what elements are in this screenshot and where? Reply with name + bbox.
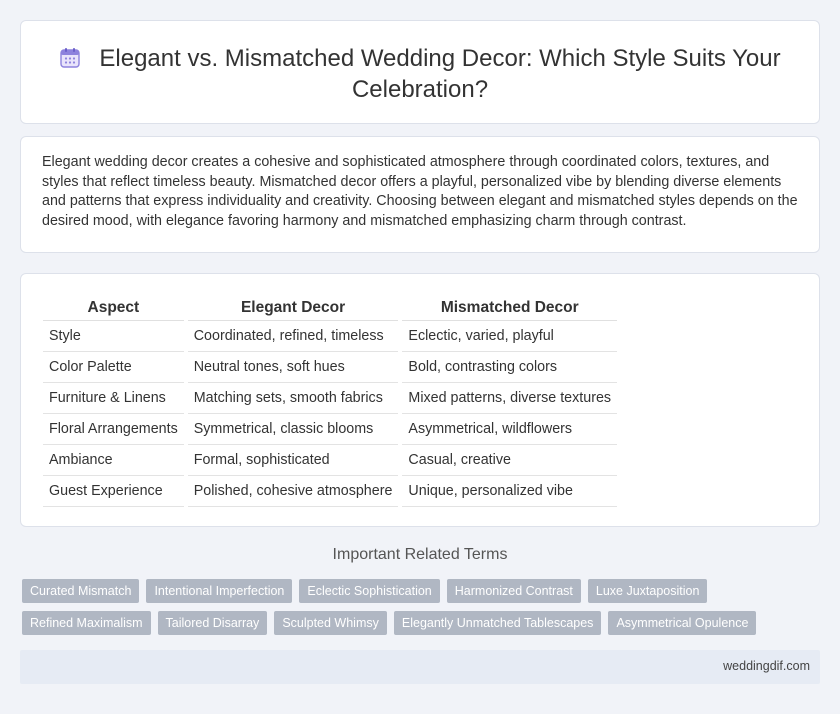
table-row: Ambiance Formal, sophisticated Casual, c… — [43, 444, 618, 476]
table-cell: Matching sets, smooth fabrics — [187, 382, 399, 414]
footer: weddingdif.com — [20, 650, 820, 684]
comparison-table: Aspect Elegant Decor Mismatched Decor St… — [43, 296, 618, 507]
intro-card: Elegant wedding decor creates a cohesive… — [20, 136, 820, 253]
table-row: Guest Experience Polished, cohesive atmo… — [43, 475, 618, 507]
table-cell: Casual, creative — [402, 444, 618, 476]
table-cell: Furniture & Linens — [43, 382, 184, 414]
tag-row: Refined Maximalism Tailored Disarray Scu… — [22, 611, 757, 635]
table-cell: Eclectic, varied, playful — [402, 320, 618, 352]
title-card: Elegant vs. Mismatched Wedding Decor: Wh… — [20, 20, 820, 124]
table-cell: Guest Experience — [43, 475, 184, 507]
related-term-tag[interactable]: Harmonized Contrast — [446, 579, 581, 603]
intro-paragraph: Elegant wedding decor creates a cohesive… — [42, 154, 798, 229]
table-cell: Color Palette — [43, 351, 184, 383]
related-term-tag[interactable]: Elegantly Unmatched Tablescapes — [393, 611, 602, 635]
table-cell: Formal, sophisticated — [187, 444, 399, 476]
footer-site-link[interactable]: weddingdif.com — [723, 659, 810, 673]
related-term-tag[interactable]: Intentional Imperfection — [146, 579, 293, 603]
table-row: Style Coordinated, refined, timeless Ecl… — [43, 320, 618, 352]
comparison-card: Aspect Elegant Decor Mismatched Decor St… — [20, 273, 820, 527]
table-cell: Unique, personalized vibe — [402, 475, 618, 507]
related-term-tag[interactable]: Sculpted Whimsy — [274, 611, 387, 635]
table-cell: Symmetrical, classic blooms — [187, 413, 399, 445]
related-term-tag[interactable]: Asymmetrical Opulence — [608, 611, 757, 635]
related-terms-list: Curated Mismatch Intentional Imperfectio… — [22, 579, 757, 643]
related-term-tag[interactable]: Curated Mismatch — [22, 579, 140, 603]
table-cell: Style — [43, 320, 184, 352]
header-aspect: Aspect — [43, 296, 184, 321]
related-term-tag[interactable]: Refined Maximalism — [22, 611, 151, 635]
related-terms-heading: Important Related Terms — [332, 546, 508, 563]
calendar-icon — [60, 48, 81, 68]
related-term-tag[interactable]: Eclectic Sophistication — [299, 579, 440, 603]
table-cell: Ambiance — [43, 444, 184, 476]
related-term-tag[interactable]: Tailored Disarray — [157, 611, 268, 635]
page-title-wrap: Elegant vs. Mismatched Wedding Decor: Wh… — [21, 43, 819, 105]
table-cell: Floral Arrangements — [43, 413, 184, 445]
header-mismatched: Mismatched Decor — [402, 296, 618, 321]
table-row: Furniture & Linens Matching sets, smooth… — [43, 382, 618, 414]
table-row: Floral Arrangements Symmetrical, classic… — [43, 413, 618, 445]
table-cell: Coordinated, refined, timeless — [187, 320, 399, 352]
related-term-tag[interactable]: Luxe Juxtaposition — [587, 579, 708, 603]
table-cell: Asymmetrical, wildflowers — [402, 413, 618, 445]
table-cell: Polished, cohesive atmosphere — [187, 475, 399, 507]
tag-row: Curated Mismatch Intentional Imperfectio… — [22, 579, 742, 603]
table-cell: Bold, contrasting colors — [402, 351, 618, 383]
table-header-row: Aspect Elegant Decor Mismatched Decor — [43, 296, 618, 321]
table-row: Color Palette Neutral tones, soft hues B… — [43, 351, 618, 383]
table-cell: Mixed patterns, diverse textures — [402, 382, 618, 414]
table-cell: Neutral tones, soft hues — [187, 351, 399, 383]
header-elegant: Elegant Decor — [187, 296, 399, 321]
page-title: Elegant vs. Mismatched Wedding Decor: Wh… — [99, 45, 781, 103]
